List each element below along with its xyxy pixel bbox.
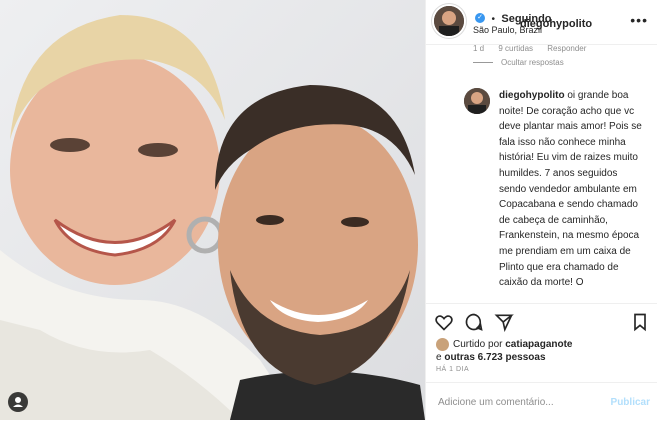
post-header: diegohypolito ✓ • Seguindo São Paulo, Br… (426, 0, 657, 45)
separator-dot: • (491, 14, 495, 25)
comment-input[interactable]: Adicione um comentário... (438, 397, 554, 408)
hide-replies-label: Ocultar respostas (501, 58, 564, 67)
author-avatar[interactable] (434, 6, 464, 36)
verified-badge-icon: ✓ (475, 12, 485, 23)
post-image (0, 0, 425, 420)
previous-comment-meta: 1 d 9 curtidas Responder (473, 44, 598, 53)
comment-likes[interactable]: 9 curtidas (498, 44, 533, 53)
comment-text: oi grande boa noite! De coração acho que… (499, 90, 642, 289)
post-side-panel: diegohypolito ✓ • Seguindo São Paulo, Br… (425, 0, 657, 420)
comment-bubble-icon[interactable] (464, 312, 484, 332)
likes-summary: Curtido por catiapaganote e outras 6.723… (436, 338, 573, 364)
commenter-username[interactable]: diegohypolito (499, 90, 565, 101)
post-actions-bar (426, 303, 657, 340)
more-options-icon[interactable]: ••• (630, 12, 648, 28)
post-timestamp[interactable]: HÁ 1 DIA (436, 366, 469, 373)
likes-and: e (436, 352, 442, 364)
hide-replies-toggle[interactable]: Ocultar respostas (473, 58, 564, 67)
post-location[interactable]: São Paulo, Brazil (473, 25, 542, 35)
commenter-avatar[interactable] (464, 88, 490, 114)
liker-username[interactable]: catiapaganote (505, 339, 572, 350)
share-send-icon[interactable] (494, 312, 514, 332)
instagram-post-view: diegohypolito ✓ • Seguindo São Paulo, Br… (0, 0, 657, 420)
add-comment-bar: Adicione um comentário... Publicar (426, 382, 657, 421)
replies-line (473, 62, 493, 64)
reply-comment: diegohypolito oi grande boa noite! De co… (426, 82, 657, 300)
comment-time: 1 d (473, 44, 485, 53)
publish-button[interactable]: Publicar (611, 397, 650, 408)
comment-body: diegohypolito oi grande boa noite! De co… (499, 88, 647, 291)
likes-prefix: Curtido por (453, 339, 503, 351)
reply-button[interactable]: Responder (547, 44, 586, 53)
save-bookmark-icon[interactable] (630, 312, 650, 332)
like-heart-icon[interactable] (434, 312, 454, 332)
post-photo[interactable] (0, 0, 425, 420)
liker-avatar[interactable] (436, 338, 449, 351)
tagged-user-icon[interactable] (8, 392, 28, 412)
others-likes-link[interactable]: outras 6.723 pessoas (444, 352, 545, 363)
